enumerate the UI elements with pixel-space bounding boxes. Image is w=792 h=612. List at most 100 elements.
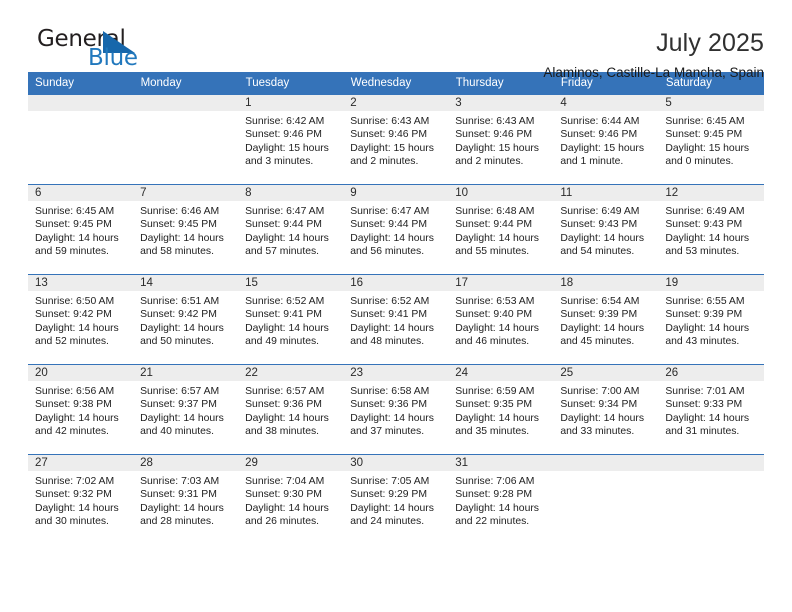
- day-details: Sunrise: 6:57 AM Sunset: 9:37 PM Daylight:…: [133, 381, 238, 439]
- calendar-page: General Blue July 2025 Alaminos, Castill…: [0, 0, 792, 612]
- calendar-day-cell[interactable]: 8 Sunrise: 6:47 AM Sunset: 9:44 PM Daylight…: [238, 184, 344, 275]
- day-details: Sunrise: 6:43 AM Sunset: 9:46 PM Daylight:…: [448, 111, 553, 169]
- daylight-text: Daylight: 14 hours and 24 minutes.: [350, 502, 434, 528]
- daylight-text: Daylight: 14 hours and 42 minutes.: [35, 412, 119, 438]
- calendar-day-cell[interactable]: 26 Sunrise: 7:01 AM Sunset: 9:33 PM Dayligh…: [658, 364, 764, 455]
- sunset-text: Sunset: 9:33 PM: [665, 399, 743, 411]
- daylight-text: Daylight: 14 hours and 59 minutes.: [35, 232, 119, 258]
- calendar-day-cell[interactable]: 27 Sunrise: 7:02 AM Sunset: 9:32 PM Dayligh…: [28, 454, 134, 544]
- sunset-text: Sunset: 9:42 PM: [35, 309, 112, 321]
- calendar-day-cell[interactable]: 17 Sunrise: 6:53 AM Sunset: 9:40 PM Dayligh…: [448, 274, 554, 365]
- daylight-text: Daylight: 14 hours and 28 minutes.: [140, 502, 224, 528]
- calendar-day-cell[interactable]: 9 Sunrise: 6:47 AM Sunset: 9:44 PM Daylight…: [343, 184, 449, 275]
- day-number: 14: [133, 275, 239, 291]
- calendar-day-cell[interactable]: 16 Sunrise: 6:52 AM Sunset: 9:41 PM Dayligh…: [343, 274, 449, 365]
- sunrise-text: Sunrise: 6:59 AM: [455, 386, 535, 397]
- sunset-text: Sunset: 9:46 PM: [245, 129, 322, 141]
- calendar-day-cell[interactable]: 18 Sunrise: 6:54 AM Sunset: 9:39 PM Dayligh…: [553, 274, 659, 365]
- sunset-text: Sunset: 9:46 PM: [560, 129, 638, 141]
- sunrise-text: Sunrise: 6:51 AM: [140, 296, 220, 307]
- calendar-day-cell[interactable]: 15 Sunrise: 6:52 AM Sunset: 9:41 PM Dayligh…: [238, 274, 344, 365]
- calendar-day-cell[interactable]: 13 Sunrise: 6:50 AM Sunset: 9:42 PM Dayligh…: [28, 274, 134, 365]
- sunrise-text: Sunrise: 6:49 AM: [665, 206, 745, 217]
- calendar-day-cell[interactable]: 10 Sunrise: 6:48 AM Sunset: 9:44 PM Dayligh…: [448, 184, 554, 275]
- sunset-text: Sunset: 9:37 PM: [140, 399, 217, 411]
- day-details: Sunrise: 7:06 AM Sunset: 9:28 PM Daylight:…: [448, 471, 553, 529]
- day-number: 23: [343, 365, 449, 381]
- calendar-day-cell[interactable]: 31 Sunrise: 7:06 AM Sunset: 9:28 PM Dayligh…: [448, 454, 554, 544]
- sunrise-text: Sunrise: 7:05 AM: [350, 476, 430, 487]
- calendar-day-cell[interactable]: 28 Sunrise: 7:03 AM Sunset: 9:31 PM Dayligh…: [133, 454, 239, 544]
- calendar-day-cell[interactable]: 11 Sunrise: 6:49 AM Sunset: 9:43 PM Dayligh…: [553, 184, 659, 275]
- daylight-text: Daylight: 14 hours and 38 minutes.: [245, 412, 329, 438]
- sunset-text: Sunset: 9:36 PM: [245, 399, 322, 411]
- day-number: 24: [448, 365, 554, 381]
- day-number: 22: [238, 365, 344, 381]
- day-details: Sunrise: 6:54 AM Sunset: 9:39 PM Daylight:…: [553, 291, 658, 349]
- sunset-text: Sunset: 9:32 PM: [35, 489, 112, 501]
- sunset-text: Sunset: 9:43 PM: [560, 219, 638, 231]
- weekday-header-wednesday: Wednesday: [343, 72, 449, 95]
- calendar-table: Sunday Monday Tuesday Wednesday Thursday…: [28, 72, 765, 544]
- calendar-day-cell[interactable]: 7 Sunrise: 6:46 AM Sunset: 9:45 PM Daylight…: [133, 184, 239, 275]
- day-details: Sunrise: 6:46 AM Sunset: 9:45 PM Daylight:…: [133, 201, 238, 259]
- daylight-text: Daylight: 14 hours and 58 minutes.: [140, 232, 224, 258]
- day-number: 30: [343, 455, 449, 471]
- day-details: Sunrise: 7:02 AM Sunset: 9:32 PM Daylight:…: [28, 471, 133, 529]
- daylight-text: Daylight: 15 hours and 2 minutes.: [455, 142, 539, 168]
- brand-name-blue: Blue: [88, 45, 138, 71]
- day-details: Sunrise: 6:47 AM Sunset: 9:44 PM Daylight:…: [343, 201, 448, 259]
- sunrise-text: Sunrise: 6:54 AM: [560, 296, 640, 307]
- calendar-day-cell[interactable]: 22 Sunrise: 6:57 AM Sunset: 9:36 PM Dayligh…: [238, 364, 344, 455]
- day-details: Sunrise: 6:48 AM Sunset: 9:44 PM Daylight:…: [448, 201, 553, 259]
- sunrise-text: Sunrise: 7:02 AM: [35, 476, 115, 487]
- calendar-day-cell[interactable]: 1 Sunrise: 6:42 AM Sunset: 9:46 PM Daylight…: [238, 94, 344, 185]
- calendar-day-cell[interactable]: 19 Sunrise: 6:55 AM Sunset: 9:39 PM Dayligh…: [658, 274, 764, 365]
- sunset-text: Sunset: 9:45 PM: [35, 219, 112, 231]
- sunrise-text: Sunrise: 6:47 AM: [350, 206, 430, 217]
- day-number: 15: [238, 275, 344, 291]
- sunrise-text: Sunrise: 6:43 AM: [455, 116, 535, 127]
- day-details: Sunrise: 7:04 AM Sunset: 9:30 PM Daylight:…: [238, 471, 343, 529]
- calendar-day-cell[interactable]: 30 Sunrise: 7:05 AM Sunset: 9:29 PM Dayligh…: [343, 454, 449, 544]
- daylight-text: Daylight: 14 hours and 33 minutes.: [560, 412, 645, 438]
- daylight-text: Daylight: 14 hours and 46 minutes.: [455, 322, 539, 348]
- calendar-day-cell[interactable]: 14 Sunrise: 6:51 AM Sunset: 9:42 PM Dayligh…: [133, 274, 239, 365]
- daylight-text: Daylight: 14 hours and 56 minutes.: [350, 232, 434, 258]
- day-details: Sunrise: 6:56 AM Sunset: 9:38 PM Daylight:…: [28, 381, 133, 439]
- calendar-day-cell[interactable]: 25 Sunrise: 7:00 AM Sunset: 9:34 PM Dayligh…: [553, 364, 659, 455]
- sunrise-text: Sunrise: 6:52 AM: [245, 296, 325, 307]
- day-details: Sunrise: 6:50 AM Sunset: 9:42 PM Daylight:…: [28, 291, 133, 349]
- day-details: Sunrise: 6:57 AM Sunset: 9:36 PM Daylight:…: [238, 381, 343, 439]
- calendar-day-cell[interactable]: 20 Sunrise: 6:56 AM Sunset: 9:38 PM Dayligh…: [28, 364, 134, 455]
- sunrise-text: Sunrise: 6:46 AM: [140, 206, 220, 217]
- day-number: 29: [238, 455, 344, 471]
- calendar-day-cell[interactable]: 21 Sunrise: 6:57 AM Sunset: 9:37 PM Dayligh…: [133, 364, 239, 455]
- calendar-day-cell[interactable]: 23 Sunrise: 6:58 AM Sunset: 9:36 PM Dayligh…: [343, 364, 449, 455]
- day-number: 18: [553, 275, 659, 291]
- sunrise-text: Sunrise: 6:48 AM: [455, 206, 535, 217]
- daylight-text: Daylight: 14 hours and 45 minutes.: [560, 322, 645, 348]
- calendar-day-cell[interactable]: 24 Sunrise: 6:59 AM Sunset: 9:35 PM Dayligh…: [448, 364, 554, 455]
- day-details: Sunrise: 6:53 AM Sunset: 9:40 PM Daylight:…: [448, 291, 553, 349]
- sunset-text: Sunset: 9:42 PM: [140, 309, 217, 321]
- day-number: 21: [133, 365, 239, 381]
- calendar-day-cell[interactable]: 4 Sunrise: 6:44 AM Sunset: 9:46 PM Daylight…: [553, 94, 659, 185]
- sunrise-text: Sunrise: 6:47 AM: [245, 206, 325, 217]
- sunrise-text: Sunrise: 6:42 AM: [245, 116, 325, 127]
- daylight-text: Daylight: 14 hours and 26 minutes.: [245, 502, 329, 528]
- day-number: 20: [28, 365, 134, 381]
- calendar-week-row: 27 Sunrise: 7:02 AM Sunset: 9:32 PM Dayligh…: [28, 454, 764, 544]
- calendar-day-cell[interactable]: 5 Sunrise: 6:45 AM Sunset: 9:45 PM Daylight…: [658, 94, 764, 185]
- calendar-day-cell[interactable]: 29 Sunrise: 7:04 AM Sunset: 9:30 PM Dayligh…: [238, 454, 344, 544]
- sunrise-text: Sunrise: 7:03 AM: [140, 476, 220, 487]
- calendar-day-cell[interactable]: 12 Sunrise: 6:49 AM Sunset: 9:43 PM Dayligh…: [658, 184, 764, 275]
- daylight-text: Daylight: 14 hours and 53 minutes.: [665, 232, 750, 258]
- calendar-day-cell[interactable]: 6 Sunrise: 6:45 AM Sunset: 9:45 PM Daylight…: [28, 184, 134, 275]
- sunset-text: Sunset: 9:29 PM: [350, 489, 428, 501]
- brand-logo[interactable]: General Blue: [28, 26, 178, 78]
- calendar-day-cell[interactable]: 2 Sunrise: 6:43 AM Sunset: 9:46 PM Daylight…: [343, 94, 449, 185]
- calendar-day-cell[interactable]: 3 Sunrise: 6:43 AM Sunset: 9:46 PM Daylight…: [448, 94, 554, 185]
- sunset-text: Sunset: 9:45 PM: [665, 129, 743, 141]
- daylight-text: Daylight: 14 hours and 54 minutes.: [560, 232, 645, 258]
